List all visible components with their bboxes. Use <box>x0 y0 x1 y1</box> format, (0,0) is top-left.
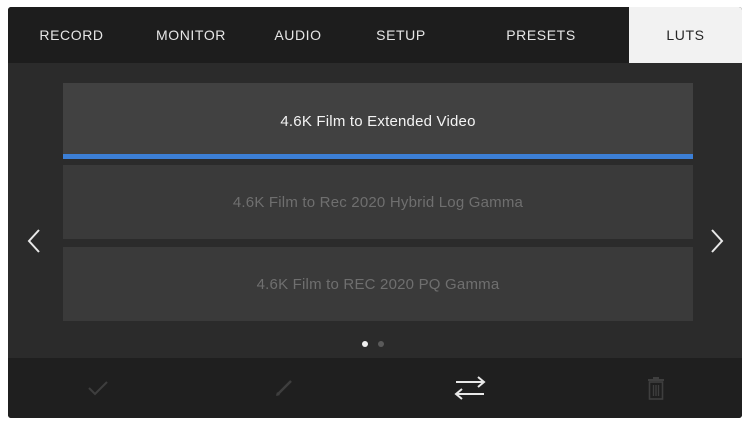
chevron-right-icon <box>711 229 724 253</box>
lut-item[interactable]: 4.6K Film to REC 2020 PQ Gamma <box>63 247 693 321</box>
lut-content: 4.6K Film to Extended Video 4.6K Film to… <box>8 63 742 358</box>
confirm-button[interactable] <box>78 370 118 406</box>
previous-page-button[interactable] <box>22 221 46 261</box>
page-indicator <box>362 341 384 347</box>
transfer-arrows-icon <box>454 376 486 400</box>
page-dot-active <box>362 341 368 347</box>
selection-indicator <box>63 154 693 159</box>
chevron-left-icon <box>27 229 40 253</box>
lut-item-label: 4.6K Film to Extended Video <box>280 112 476 130</box>
trash-icon <box>648 377 664 400</box>
next-page-button[interactable] <box>705 221 729 261</box>
bottom-toolbar <box>8 358 742 418</box>
lut-item-label: 4.6K Film to Rec 2020 Hybrid Log Gamma <box>232 193 524 211</box>
tab-record[interactable]: RECORD <box>8 7 135 63</box>
tab-monitor[interactable]: MONITOR <box>135 7 247 63</box>
checkmark-icon <box>88 381 108 396</box>
tab-setup[interactable]: SETUP <box>349 7 453 63</box>
page-dot <box>378 341 384 347</box>
tab-presets[interactable]: PRESETS <box>453 7 629 63</box>
lut-item-label: 4.6K Film to REC 2020 PQ Gamma <box>256 275 500 293</box>
delete-button[interactable] <box>636 370 676 406</box>
transfer-button[interactable] <box>450 370 490 406</box>
edit-button[interactable] <box>264 370 304 406</box>
lut-screen: RECORD MONITOR AUDIO SETUP PRESETS LUTS … <box>8 7 742 418</box>
tab-bar: RECORD MONITOR AUDIO SETUP PRESETS LUTS <box>8 7 742 63</box>
tab-audio[interactable]: AUDIO <box>247 7 349 63</box>
tab-luts[interactable]: LUTS <box>629 7 742 63</box>
pencil-icon <box>276 380 292 396</box>
lut-item[interactable]: 4.6K Film to Rec 2020 Hybrid Log Gamma <box>63 165 693 239</box>
lut-item-selected[interactable]: 4.6K Film to Extended Video <box>63 83 693 159</box>
